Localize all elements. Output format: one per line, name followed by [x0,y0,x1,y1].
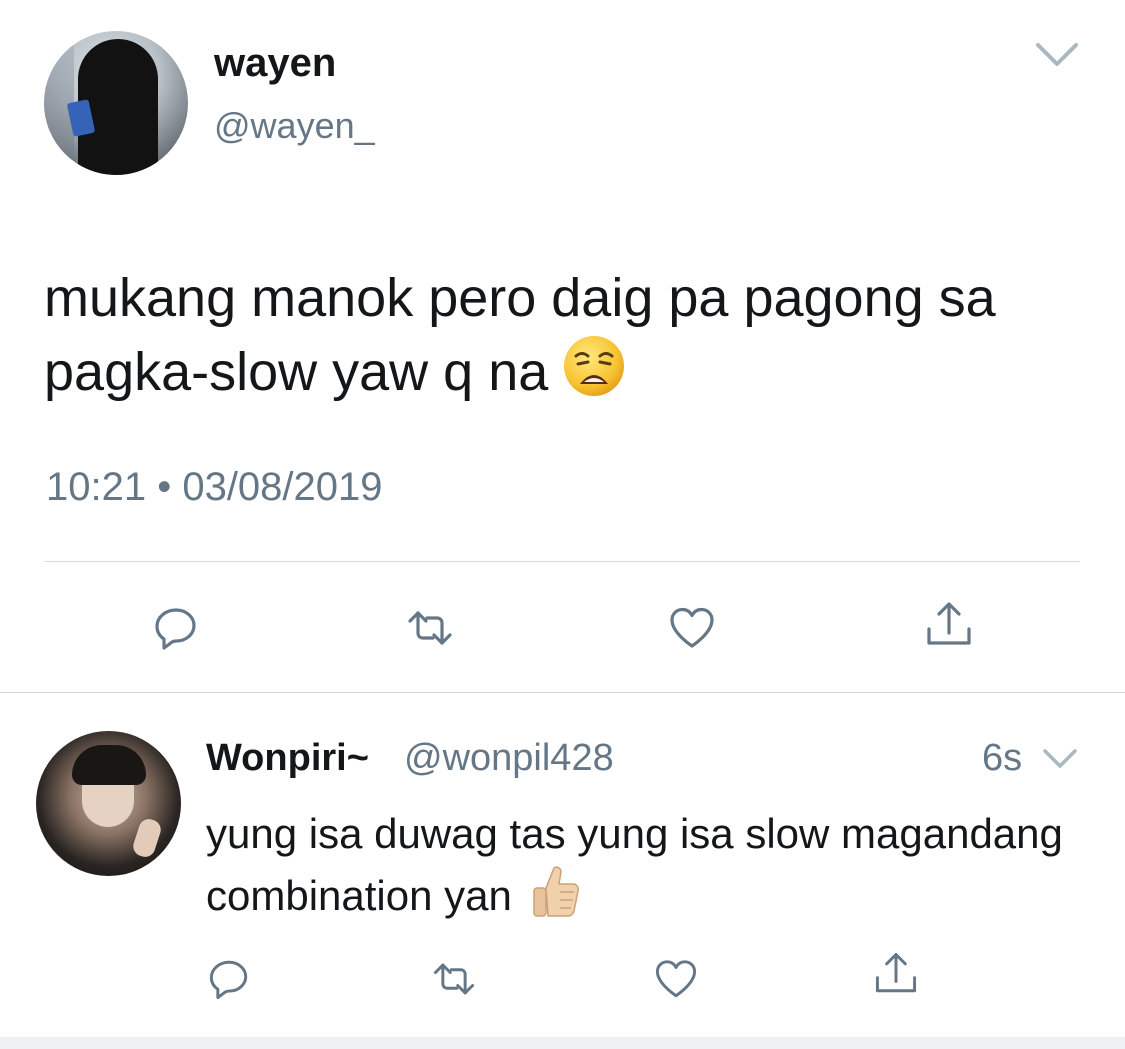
avatar[interactable] [36,731,181,876]
avatar[interactable] [44,31,188,175]
reply-icon[interactable] [148,600,204,656]
display-name[interactable]: Wonpiri~ [206,737,369,780]
weary-face-emoji [564,336,625,396]
section-divider [0,692,1125,693]
share-icon[interactable] [870,948,922,1000]
like-icon[interactable] [664,600,720,656]
reply-icon[interactable] [203,953,255,1005]
display-name[interactable]: wayen [214,41,336,86]
share-icon[interactable] [921,597,977,653]
tweet-text: mukang manok pero daig pa pagong sa pagk… [44,262,1104,408]
thumbs-up-emoji [533,866,579,917]
divider [44,561,1080,562]
tweet-text-content: yung isa duwag tas yung isa slow maganda… [206,810,1063,919]
retweet-icon[interactable] [428,953,480,1005]
user-handle[interactable]: @wonpil428 [404,737,614,780]
chevron-down-icon[interactable] [1041,746,1079,771]
retweet-icon[interactable] [402,600,458,656]
tweet-text: yung isa duwag tas yung isa slow maganda… [206,806,1106,924]
user-handle[interactable]: @wayen_ [214,105,375,147]
tweet-timestamp[interactable]: 10:21 • 03/08/2019 [46,465,383,510]
like-icon[interactable] [650,953,702,1005]
chevron-down-icon[interactable] [1034,40,1080,70]
tweet-time-ago: 6s [982,737,1023,779]
bottom-separator [0,1037,1125,1049]
tweet-text-content: mukang manok pero daig pa pagong sa pagk… [44,268,996,402]
